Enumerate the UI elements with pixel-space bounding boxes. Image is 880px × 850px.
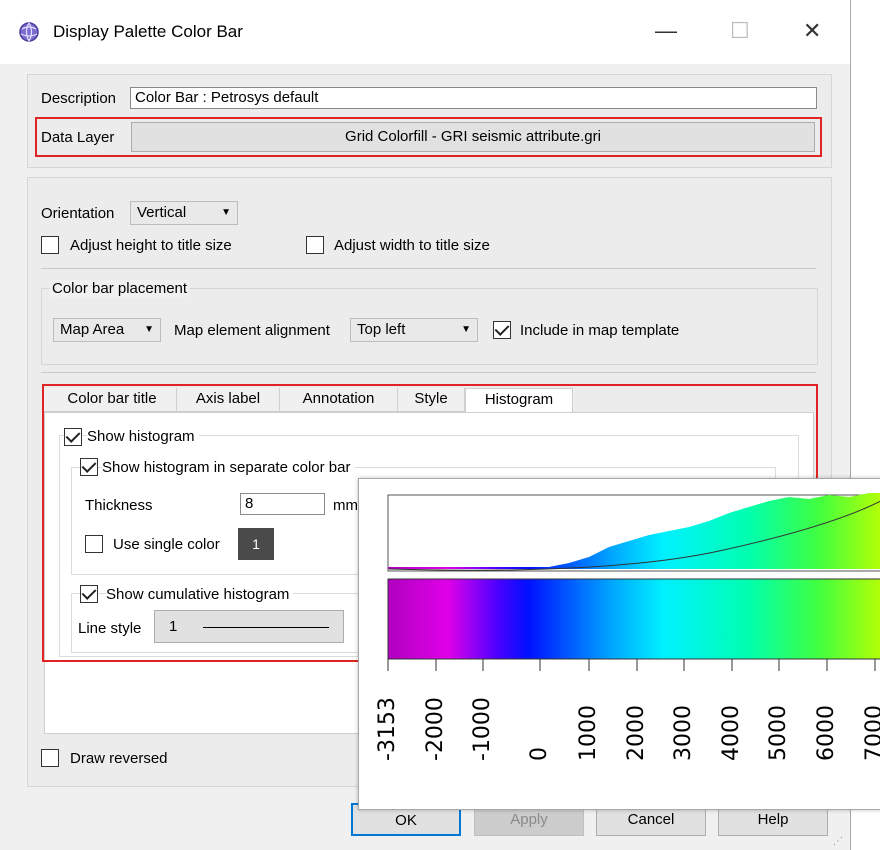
maximize-button[interactable]: ☐	[730, 18, 750, 44]
show-cumulative-checkbox[interactable]	[80, 585, 98, 603]
orientation-label: Orientation	[41, 205, 115, 222]
show-separate-checkbox[interactable]	[80, 458, 98, 476]
adjust-width-checkbox[interactable]	[306, 236, 324, 254]
chevron-down-icon: ▼	[144, 324, 154, 335]
line-style-value: 1	[169, 618, 178, 635]
show-histogram-label: Show histogram	[87, 428, 199, 445]
include-template-label: Include in map template	[520, 322, 680, 339]
alignment-label: Map element alignment	[174, 322, 330, 339]
single-color-label: Use single color	[113, 536, 220, 553]
data-layer-button[interactable]: Grid Colorfill - GRI seismic attribute.g…	[131, 122, 815, 152]
tick-label: 7000	[862, 705, 880, 761]
thickness-label: Thickness	[85, 497, 153, 514]
tick-label: 2000	[624, 705, 649, 761]
description-label: Description	[41, 90, 117, 107]
tick-label: -3153	[375, 697, 400, 761]
tick-label: 4000	[719, 705, 744, 761]
placement-area-select[interactable]: Map Area ▼	[53, 318, 161, 342]
alignment-select[interactable]: Top left ▼	[350, 318, 478, 342]
include-template-checkbox[interactable]	[493, 321, 511, 339]
tick-label: -1000	[470, 697, 495, 761]
tick-label: 6000	[814, 705, 839, 761]
window-title: Display Palette Color Bar	[53, 22, 243, 41]
close-button[interactable]: ✕	[803, 18, 821, 44]
single-color-swatch[interactable]: 1	[238, 528, 274, 560]
tick-label: 3000	[671, 705, 696, 761]
chevron-down-icon: ▼	[461, 324, 471, 335]
tick-marks	[387, 659, 876, 671]
color-bar-preview: -3153 -2000 -1000 0 1000 2000 3000 4000 5000 6000…	[358, 478, 880, 810]
tick-label: 1000	[576, 705, 601, 761]
tick-label: 0	[527, 747, 552, 761]
chevron-down-icon: ▼	[221, 207, 231, 218]
adjust-height-label: Adjust height to title size	[70, 237, 232, 254]
orientation-value: Vertical	[137, 204, 187, 221]
single-color-checkbox[interactable]	[85, 535, 103, 553]
globe-app-icon	[19, 22, 39, 42]
data-layer-label: Data Layer	[41, 129, 115, 146]
divider	[41, 268, 816, 269]
show-cumulative-label: Show cumulative histogram	[106, 586, 294, 603]
line-style-label: Line style	[78, 620, 142, 637]
placement-area-value: Map Area	[60, 321, 125, 338]
draw-reversed-checkbox[interactable]	[41, 749, 59, 767]
placement-legend: Color bar placement	[50, 280, 190, 297]
tick-label: -2000	[423, 697, 448, 761]
show-histogram-checkbox[interactable]	[64, 428, 82, 446]
adjust-width-label: Adjust width to title size	[334, 237, 490, 254]
resize-grip-icon[interactable]: ⋰	[833, 836, 843, 847]
draw-reversed-label: Draw reversed	[70, 750, 168, 767]
thickness-input[interactable]: 8	[240, 493, 325, 515]
line-style-button[interactable]: 1	[154, 610, 344, 643]
thickness-unit: mm	[333, 497, 358, 514]
tick-label: 5000	[766, 705, 791, 761]
description-input[interactable]: Color Bar : Petrosys default	[130, 87, 817, 109]
color-gradient-bar	[387, 578, 880, 660]
divider	[41, 372, 816, 373]
adjust-height-checkbox[interactable]	[41, 236, 59, 254]
minimize-button[interactable]: —	[655, 18, 677, 44]
alignment-value: Top left	[357, 321, 406, 338]
show-separate-label: Show histogram in separate color bar	[102, 459, 355, 476]
line-style-sample	[203, 627, 329, 628]
orientation-select[interactable]: Vertical ▼	[130, 201, 238, 225]
